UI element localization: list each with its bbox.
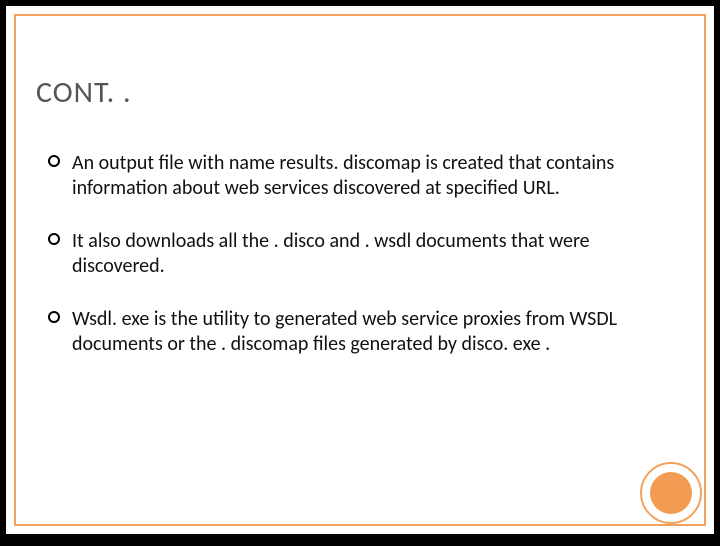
circle-bullet-icon (48, 233, 60, 245)
slide-title: CONT. . (36, 74, 132, 111)
corner-decoration (640, 462, 702, 524)
circle-bullet-icon (48, 155, 60, 167)
list-item: It also downloads all the . disco and . … (48, 229, 664, 279)
bullet-text: Wsdl. exe is the utility to generated we… (72, 307, 617, 356)
bullet-text: It also downloads all the . disco and . … (72, 229, 590, 278)
slide-body: An output file with name results. discom… (48, 151, 664, 385)
slide: CONT. . An output file with name results… (6, 6, 714, 534)
list-item: Wsdl. exe is the utility to generated we… (48, 307, 664, 357)
disc-icon (650, 472, 692, 514)
list-item: An output file with name results. discom… (48, 151, 664, 201)
circle-bullet-icon (48, 311, 60, 323)
bullet-text: An output file with name results. discom… (72, 151, 614, 200)
bullet-list: An output file with name results. discom… (48, 151, 664, 357)
